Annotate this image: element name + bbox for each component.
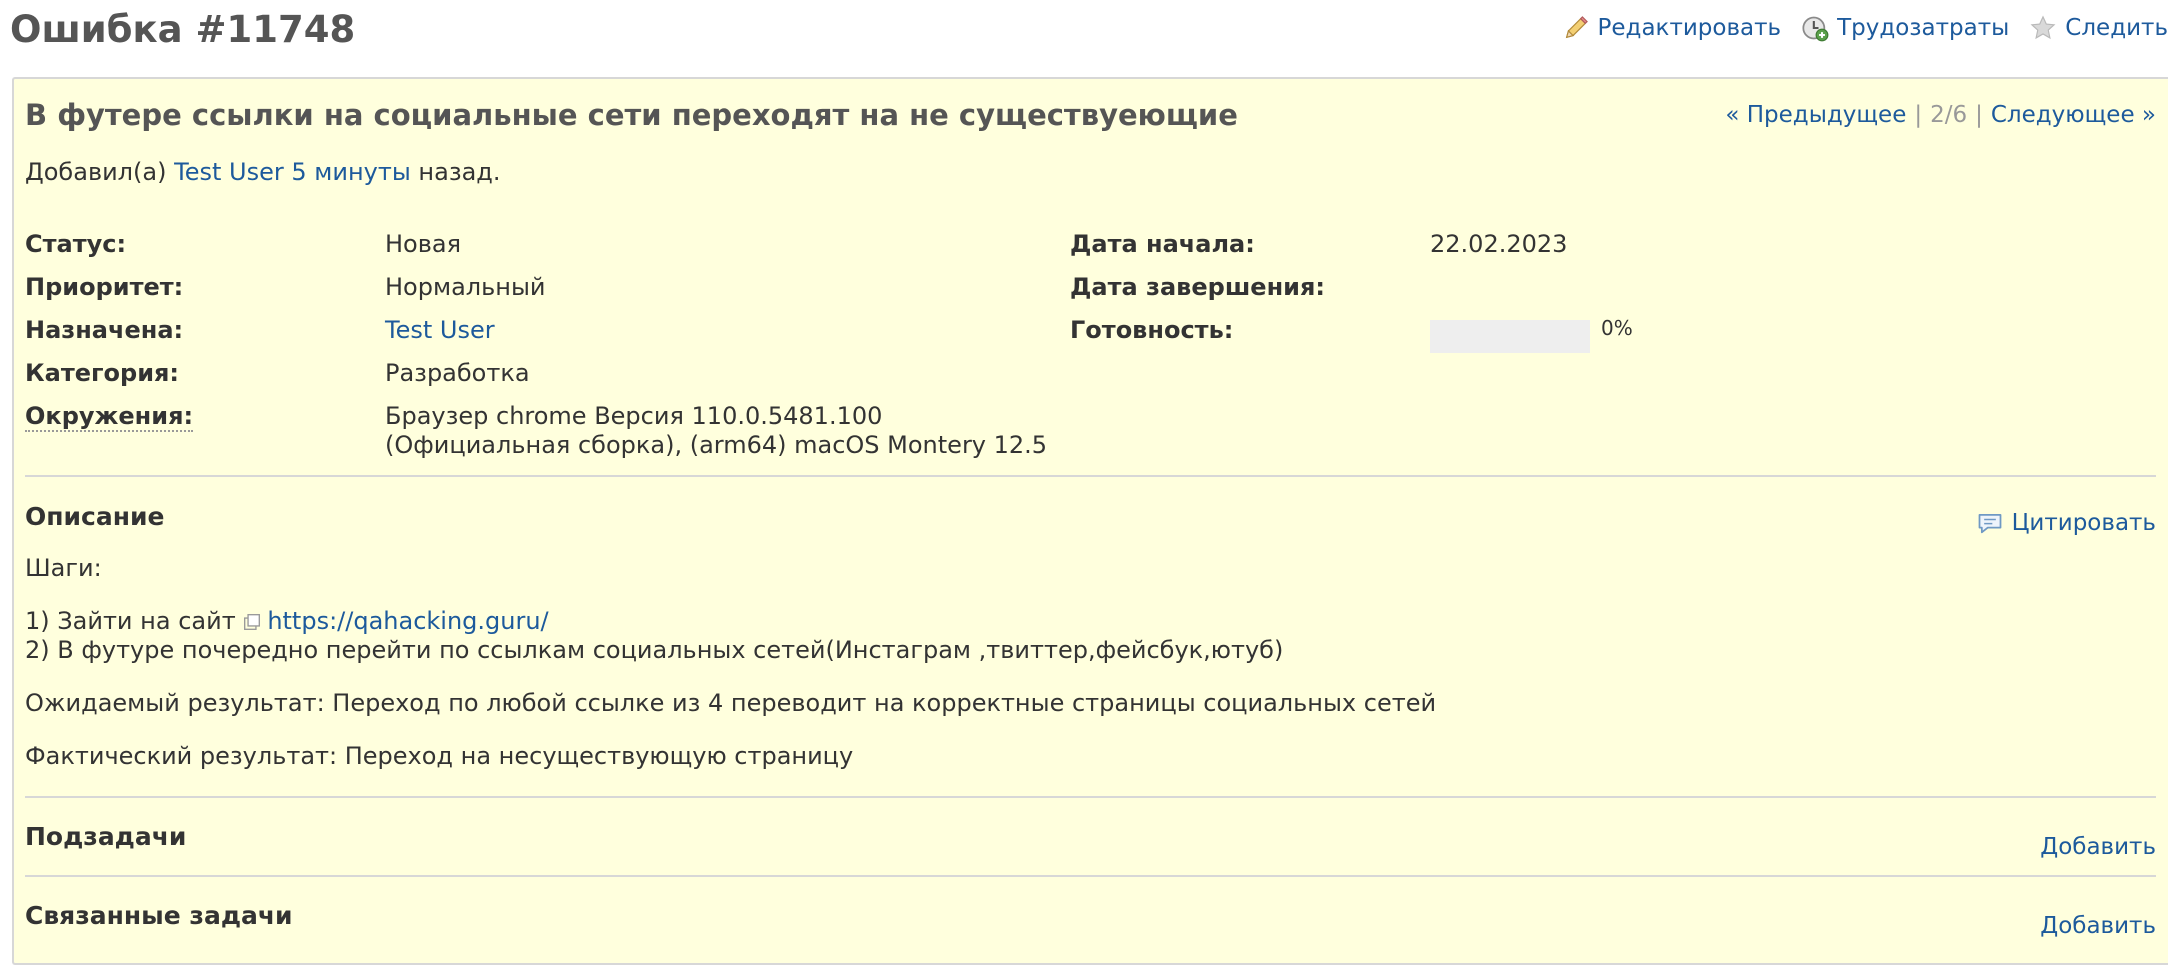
done-ratio-progress-bar [1430, 320, 1590, 353]
add-subtask-link[interactable]: Добавить [2040, 830, 2156, 864]
expected-result: Ожидаемый результат: Переход по любой сс… [25, 689, 1437, 717]
add-relation-link[interactable]: Добавить [2040, 909, 2156, 943]
description-title: Описание [25, 502, 165, 531]
edit-button[interactable]: Редактировать [1562, 14, 1782, 42]
start-date-label: Дата начала: [1070, 230, 1255, 258]
done-ratio-text: 0% [1601, 316, 1633, 340]
issue-actions: Редактировать Трудозатраты Следить [1542, 10, 2168, 46]
environment-value-line1: Браузер chrome Версия 110.0.5481.100 [385, 402, 883, 430]
step-2: 2) В футуре почередно перейти по ссылкам… [25, 636, 1284, 664]
author-link[interactable]: Test User [174, 158, 284, 186]
divider [25, 875, 2156, 877]
author-prefix: Добавил(а) [25, 158, 167, 186]
watch-button[interactable]: Следить [2029, 14, 2168, 42]
quote-button[interactable]: Цитировать [1976, 506, 2156, 540]
issue-author-line: Добавил(а) Test User 5 минуты назад. [25, 154, 501, 190]
time-clock-icon [1802, 16, 1829, 42]
step-1: 1) Зайти на сайт https://qahacking.guru/ [25, 606, 549, 636]
subtasks-title: Подзадачи [25, 822, 187, 851]
issue-position: 2/6 [1930, 102, 1968, 128]
steps-heading: Шаги: [25, 554, 102, 582]
done-ratio-label: Готовность: [1070, 316, 1234, 344]
assignee-label: Назначена: [25, 316, 184, 344]
status-value: Новая [385, 230, 462, 258]
previous-issue-link[interactable]: « Предыдущее [1725, 102, 1906, 128]
watch-label: Следить [2065, 15, 2168, 41]
issue-navigation: « Предыдущее | 2/6 | Следующее » [1725, 102, 2156, 128]
quote-label: Цитировать [2011, 510, 2156, 536]
actual-result: Фактический результат: Переход на несуще… [25, 742, 854, 770]
log-time-label: Трудозатраты [1837, 15, 2010, 41]
related-issues-title: Связанные задачи [25, 901, 293, 930]
status-label: Статус: [25, 230, 127, 258]
created-age-link[interactable]: 5 минуты [291, 158, 410, 186]
edit-label: Редактировать [1597, 15, 1782, 41]
priority-label: Приоритет: [25, 273, 184, 301]
step-1-text: 1) Зайти на сайт [25, 607, 236, 635]
issue-details: В футере ссылки на социальные сети перех… [12, 77, 2168, 965]
external-link-icon [244, 614, 261, 630]
divider [25, 796, 2156, 798]
divider [25, 475, 2156, 477]
category-label: Категория: [25, 359, 180, 387]
category-value: Разработка [385, 359, 530, 387]
due-date-label: Дата завершения: [1070, 273, 1325, 301]
assignee-link[interactable]: Test User [385, 315, 495, 345]
environment-label: Окружения: [25, 402, 194, 432]
issue-subject: В футере ссылки на социальные сети перех… [25, 98, 1238, 132]
edit-pencil-icon [1565, 16, 1588, 39]
environment-value-line2: (Официальная сборка), (arm64) macOS Mont… [385, 431, 1048, 459]
next-issue-link[interactable]: Следующее » [1991, 102, 2156, 128]
qahacking-link[interactable]: https://qahacking.guru/ [267, 607, 548, 635]
log-time-button[interactable]: Трудозатраты [1801, 14, 2009, 42]
start-date-value: 22.02.2023 [1430, 230, 1568, 258]
quote-bubble-icon [1978, 513, 2001, 534]
author-suffix: назад. [418, 158, 501, 186]
watch-star-icon [2030, 15, 2056, 40]
priority-value: Нормальный [385, 273, 546, 301]
page-title: Ошибка #11748 [10, 8, 356, 51]
